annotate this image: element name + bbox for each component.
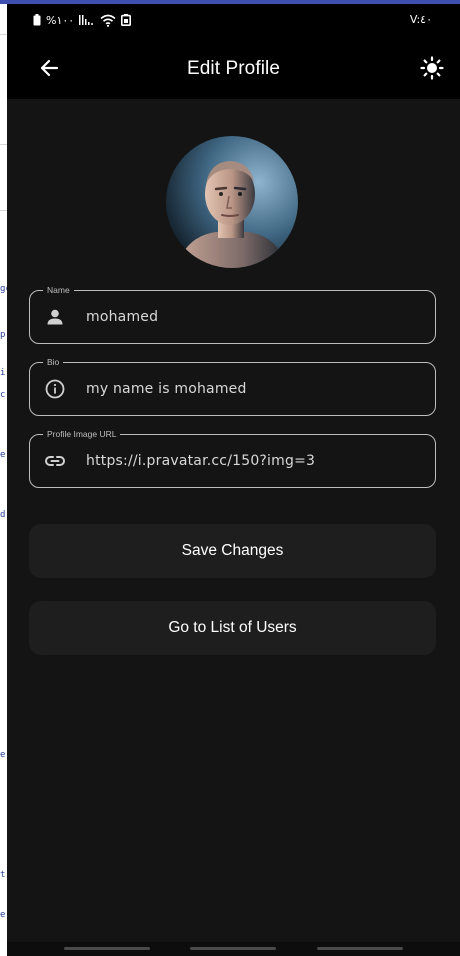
- name-input[interactable]: mohamed: [86, 309, 158, 325]
- save-changes-button[interactable]: Save Changes: [29, 524, 436, 578]
- person-icon: [44, 306, 66, 328]
- navigation-bar: [7, 942, 460, 956]
- strip-text: e: [0, 450, 6, 460]
- strip-divider: [0, 210, 7, 211]
- status-icons: %١٠٠: [33, 12, 132, 28]
- bio-input[interactable]: my name is mohamed: [86, 381, 247, 397]
- strip-divider: [0, 34, 7, 35]
- strip-text: t: [0, 870, 6, 880]
- status-bar: %١٠٠ V:٤٠: [7, 4, 460, 36]
- strip-text: e: [0, 910, 6, 920]
- status-time: V:٤٠: [409, 13, 432, 26]
- name-field[interactable]: Name mohamed: [29, 284, 436, 344]
- image-url-field-label: Profile Image URL: [43, 428, 121, 440]
- strip-text: c: [0, 390, 6, 400]
- info-icon: [44, 378, 66, 400]
- strip-text: d: [0, 510, 6, 520]
- wifi-icon: [100, 14, 116, 27]
- strip-text: p: [0, 330, 6, 340]
- strip-text: i: [0, 368, 6, 378]
- nav-recents-pill[interactable]: [64, 947, 150, 950]
- page-title: Edit Profile: [186, 58, 281, 79]
- strip-divider: [0, 144, 7, 145]
- strip-text: e: [0, 750, 6, 760]
- bio-field[interactable]: Bio my name is mohamed: [29, 356, 436, 416]
- image-url-field[interactable]: Profile Image URL https://i.pravatar.cc/…: [29, 428, 436, 488]
- list-users-button[interactable]: Go to List of Users: [29, 601, 436, 655]
- battery-icon: [33, 14, 41, 26]
- image-url-input[interactable]: https://i.pravatar.cc/150?img=3: [86, 453, 315, 469]
- nav-back-pill[interactable]: [317, 947, 403, 950]
- bio-field-label: Bio: [43, 356, 64, 368]
- app-bar: Edit Profile: [7, 36, 460, 99]
- theme-toggle-button[interactable]: [418, 54, 446, 82]
- nav-home-pill[interactable]: [190, 947, 276, 950]
- name-field-label: Name: [43, 284, 74, 296]
- battery-percent: %١٠٠: [46, 13, 75, 27]
- sun-icon: [420, 56, 444, 80]
- background-window-strip: gc p i c e d e t e: [0, 4, 7, 956]
- strip-text: gc: [0, 284, 7, 294]
- saver-icon: [121, 14, 132, 26]
- avatar[interactable]: [166, 136, 298, 268]
- phone-screen: %١٠٠ V:٤٠ Edit Profile Name mohamed Bio …: [7, 4, 460, 956]
- profile-photo: [166, 136, 298, 268]
- signal-icon: [79, 15, 94, 25]
- link-icon: [44, 450, 66, 472]
